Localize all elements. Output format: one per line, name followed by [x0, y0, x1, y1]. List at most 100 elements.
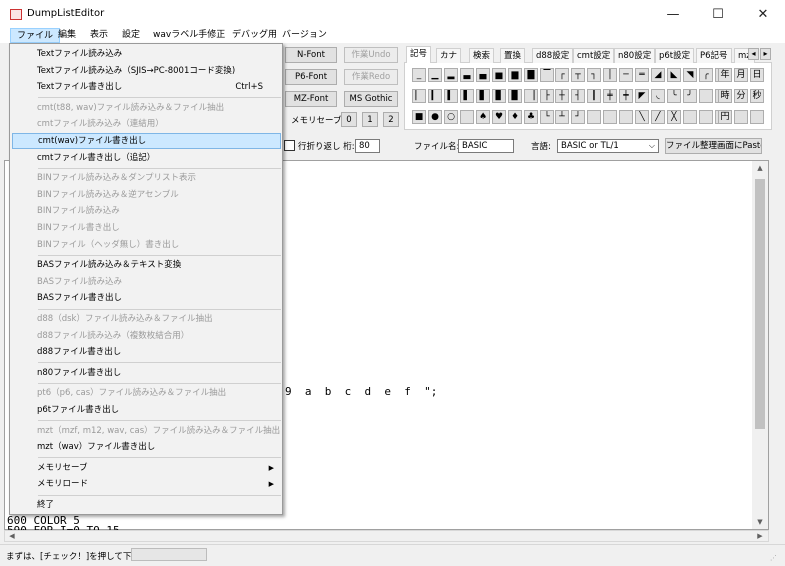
file-menu-item[interactable]: BINファイル読み込み＆ダンプリスト表示 — [12, 170, 281, 186]
tab-n80-settings[interactable]: n80設定 — [614, 48, 656, 63]
tab-scroll-right-icon[interactable]: ▸ — [760, 48, 771, 60]
file-menu-item[interactable]: mzt（wav）ファイル書き出し — [12, 439, 281, 455]
glyph-button[interactable]: 時 — [718, 89, 732, 103]
glyph-button[interactable]: ◥ — [683, 68, 697, 82]
glyph-button[interactable]: ● — [428, 110, 442, 124]
glyph-button[interactable]: ◤ — [635, 89, 649, 103]
glyph-button[interactable]: ▁ — [428, 68, 442, 82]
glyph-button[interactable]: 円 — [718, 110, 732, 124]
menu-view[interactable]: 表示 — [84, 28, 114, 43]
tab-d88-settings[interactable]: d88設定 — [532, 48, 574, 63]
file-menu-item[interactable]: p6tファイル書き出し — [12, 402, 281, 418]
glyph-button[interactable]: ▃ — [460, 68, 474, 82]
file-menu-item[interactable]: cmt(wav)ファイル書き出し — [12, 133, 281, 149]
glyph-button[interactable]: _ — [412, 68, 426, 82]
glyph-button[interactable]: 年 — [718, 68, 732, 82]
glyph-button[interactable]: 分 — [734, 89, 748, 103]
glyph-button[interactable]: ♥ — [492, 110, 506, 124]
glyph-button[interactable]: ┼ — [555, 89, 569, 103]
file-menu-item[interactable]: mzt（mzf, m12, wav, cas）ファイル読み込み＆ファイル抽出 — [12, 423, 281, 439]
glyph-button[interactable]: ▊ — [492, 89, 506, 103]
file-menu-item[interactable]: n80ファイル書き出し — [12, 365, 281, 381]
glyph-button[interactable] — [734, 110, 748, 124]
glyph-button[interactable]: 月 — [734, 68, 748, 82]
glyph-button[interactable]: ■ — [412, 110, 426, 124]
file-menu-item[interactable]: cmtファイル読み込み（連結用） — [12, 116, 281, 132]
glyph-button[interactable]: ╳ — [667, 110, 681, 124]
scroll-up-icon[interactable]: ▲ — [752, 161, 768, 175]
glyph-button[interactable]: 秒 — [750, 89, 764, 103]
glyph-button[interactable]: ♠ — [476, 110, 490, 124]
glyph-button[interactable]: ┬ — [571, 68, 585, 82]
glyph-button[interactable]: ◢ — [651, 68, 665, 82]
file-menu-item[interactable]: Textファイル読み込み — [12, 46, 281, 62]
scroll-right-icon[interactable]: ▶ — [753, 531, 767, 541]
glyph-button[interactable]: ═ — [635, 68, 649, 82]
menu-debug[interactable]: デバッグ用 — [226, 28, 283, 43]
filename-input[interactable]: BASIC — [458, 139, 514, 153]
glyph-button[interactable] — [683, 110, 697, 124]
glyph-button[interactable]: ♣ — [524, 110, 538, 124]
glyph-button[interactable]: ▔ — [540, 68, 554, 82]
glyph-button[interactable]: ┴ — [555, 110, 569, 124]
undo-button[interactable]: 作業Undo — [344, 47, 398, 63]
menu-version[interactable]: バージョン — [276, 28, 333, 43]
glyph-button[interactable] — [587, 110, 601, 124]
menu-edit[interactable]: 編集 — [52, 28, 82, 43]
tab-cmt-settings[interactable]: cmt設定 — [573, 48, 615, 63]
file-menu-item[interactable]: BINファイル（ヘッダ無し）書き出し — [12, 237, 281, 253]
file-menu-item[interactable]: BASファイル読み込み＆テキスト変換 — [12, 257, 281, 273]
tab-kana[interactable]: カナ — [436, 48, 462, 63]
language-select[interactable]: BASIC or TL/1 ⌵ — [557, 139, 659, 153]
p6-font-button[interactable]: P6-Font — [285, 69, 337, 85]
glyph-button[interactable]: ╰ — [667, 89, 681, 103]
glyph-button[interactable]: ▋ — [476, 89, 490, 103]
file-menu-item[interactable]: cmtファイル書き出し（追記） — [12, 150, 281, 166]
glyph-button[interactable]: ◟ — [651, 89, 665, 103]
glyph-button[interactable]: ┿ — [619, 89, 633, 103]
scroll-down-icon[interactable]: ▼ — [752, 515, 768, 529]
glyph-button[interactable]: │ — [603, 68, 617, 82]
resize-grip-icon[interactable]: ⋰ — [770, 554, 780, 564]
maximize-icon[interactable]: ☐ — [696, 0, 740, 30]
glyph-button[interactable]: ♦ — [508, 110, 522, 124]
n-font-button[interactable]: N-Font — [285, 47, 337, 63]
file-menu-item[interactable]: d88ファイル読み込み（複数枚結合用） — [12, 328, 281, 344]
tab-replace[interactable]: 置換 — [500, 48, 526, 63]
glyph-button[interactable]: ▕ — [524, 89, 538, 103]
glyph-button[interactable] — [699, 89, 713, 103]
menu-wav-label[interactable]: wavラベル手修正 — [147, 28, 231, 43]
menu-settings[interactable]: 設定 — [116, 28, 146, 43]
file-menu-item[interactable]: d88ファイル書き出し — [12, 344, 281, 360]
vertical-scroll-thumb[interactable] — [755, 179, 765, 429]
file-menu-item[interactable]: pt6（p6, cas）ファイル読み込み＆ファイル抽出 — [12, 385, 281, 401]
file-menu-item[interactable]: メモリセーブ ▶ — [12, 460, 281, 476]
file-menu-item[interactable]: Textファイル書き出し Ctrl+S — [12, 79, 281, 95]
glyph-button[interactable]: ◣ — [667, 68, 681, 82]
glyph-button[interactable]: ╲ — [635, 110, 649, 124]
glyph-button[interactable]: ▌ — [460, 89, 474, 103]
glyph-button[interactable]: ▎ — [428, 89, 442, 103]
glyph-button[interactable]: ┤ — [571, 89, 585, 103]
glyph-button[interactable]: 日 — [750, 68, 764, 82]
glyph-button[interactable]: ├ — [540, 89, 554, 103]
editor-vertical-scrollbar[interactable]: ▲ ▼ — [752, 161, 768, 529]
file-menu-item[interactable]: BINファイル読み込み＆逆アセンブル — [12, 187, 281, 203]
file-menu-item[interactable]: メモリロード ▶ — [12, 476, 281, 492]
glyph-button[interactable]: ▍ — [444, 89, 458, 103]
file-menu-item[interactable]: d88（dsk）ファイル読み込み＆ファイル抽出 — [12, 311, 281, 327]
file-menu-item[interactable]: BINファイル書き出し — [12, 220, 281, 236]
mz-font-button[interactable]: MZ-Font — [285, 91, 337, 107]
file-menu-item[interactable]: BINファイル読み込み — [12, 203, 281, 219]
glyph-button[interactable] — [750, 110, 764, 124]
glyph-button[interactable]: ▄ — [476, 68, 490, 82]
glyph-button[interactable] — [460, 110, 474, 124]
file-menu-item[interactable]: BASファイル読み込み — [12, 274, 281, 290]
glyph-button[interactable] — [619, 110, 633, 124]
tab-scroll-left-icon[interactable]: ◂ — [748, 48, 759, 60]
glyph-button[interactable]: ▆ — [508, 68, 522, 82]
tab-symbols[interactable]: 記号 — [406, 46, 432, 63]
glyph-button[interactable]: ┃ — [587, 89, 601, 103]
glyph-button[interactable]: ▅ — [492, 68, 506, 82]
memory-slot-0-button[interactable]: 0 — [341, 112, 357, 127]
